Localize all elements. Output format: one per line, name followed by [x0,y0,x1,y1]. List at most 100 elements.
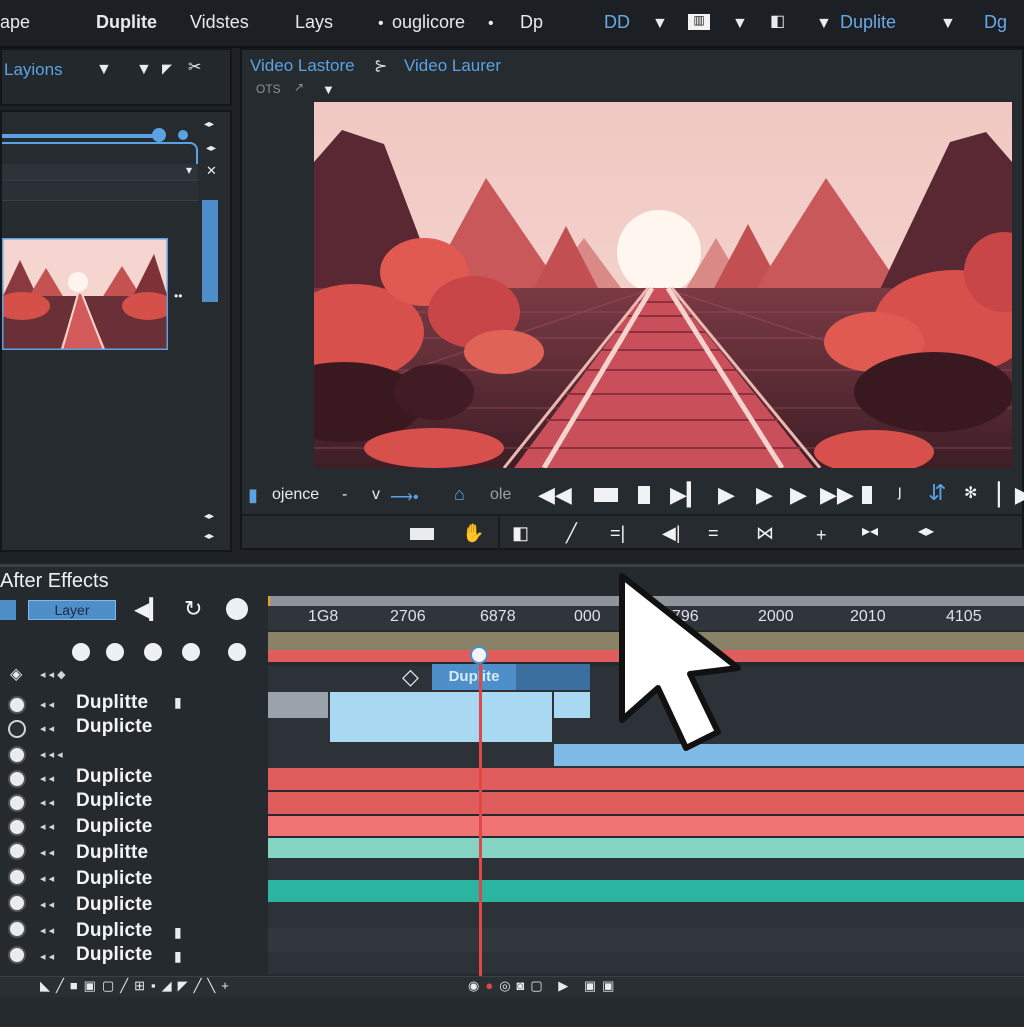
menu-item-4[interactable]: Lays [295,12,333,33]
eye-icon[interactable] [8,920,26,938]
layer-name[interactable]: Duplicte [76,766,153,788]
chevron-down-icon[interactable]: ▼ [732,16,748,32]
mini-controls[interactable]: ◂ ◂ [40,820,54,833]
layer-name[interactable]: Duplitte [76,692,148,714]
rect-tool-icon[interactable] [410,528,434,540]
mini-controls[interactable]: ◂ ◂ [40,796,54,809]
menu-item-7[interactable]: DD [604,12,630,33]
collapse-icon[interactable]: ◂▸ [204,512,214,522]
chevron-down-icon[interactable]: ▼ [940,16,956,32]
grid-icon[interactable]: ▥ [688,14,710,30]
chevron-down-icon[interactable]: ▼ [136,62,152,78]
layer-name[interactable]: Duplicte [76,944,153,966]
hand-icon[interactable]: ✋ [462,524,484,542]
scissors-icon[interactable]: ✂ [188,60,201,76]
chevron-down-icon[interactable]: ▼ [816,16,832,32]
layer-button[interactable]: Layer [28,600,116,620]
clip-red[interactable] [268,792,1024,814]
eye-icon[interactable] [8,868,26,886]
visibility-icon[interactable]: ◈ [10,664,22,684]
clip-light-blue[interactable] [330,718,552,742]
clip-red[interactable] [268,768,1024,790]
marker-icon[interactable]: ȷ [898,484,902,500]
layer-name[interactable]: Duplicte [76,920,153,942]
viewer-tab-1[interactable]: Video Lastore [250,56,355,76]
chevron-down-icon[interactable]: ▼ [652,16,668,32]
mini-controls[interactable]: ◂ ◂ ◆ [40,668,66,681]
mini-controls[interactable]: ◂ ◂ [40,772,54,785]
clip-teal[interactable] [268,880,1024,902]
clip-teal-light[interactable] [268,838,1024,858]
folder-icon[interactable]: ▮ [248,486,258,504]
rewind-icon[interactable]: ◀◀ [538,484,572,506]
lock-icon[interactable]: ▮ [174,694,182,711]
collapse-icon[interactable]: ◂▸ [918,524,934,540]
clip-light-blue[interactable] [554,692,590,718]
roll-icon[interactable]: ◀| [662,524,681,542]
pause-icon[interactable] [638,486,650,504]
play-icon[interactable]: ▶ [790,484,807,506]
mini-controls[interactable]: ◂ ◂ ◂ [40,748,63,761]
clip-light-blue[interactable] [330,692,552,718]
scrub-slider-icon[interactable]: ⟶• [390,487,419,507]
lock-icon[interactable]: ▮ [174,948,182,965]
next-icon[interactable]: ▏▶ [998,484,1024,506]
bottom-tools-mid[interactable]: ◉●◎◙▢ ▶ ▣▣ [468,978,620,994]
switch-dot[interactable] [106,643,124,661]
arrow-icon[interactable]: ◤ [162,62,172,75]
camera-icon[interactable]: ◧ [770,14,785,30]
eye-icon[interactable] [8,746,26,764]
lock-icon[interactable]: ⌂ [454,484,465,505]
layer-name[interactable]: Duplicte [76,816,153,838]
menu-item-9[interactable]: Dg [984,12,1007,33]
slip-icon[interactable]: ◧ [512,524,529,542]
eye-icon[interactable] [8,894,26,912]
bottom-tools-left[interactable]: ◣╱■▣▢╱⊞▪◢◤╱╲+ [40,978,235,994]
expand-icon[interactable]: ▸◂ [862,524,878,540]
ripple-icon[interactable]: =| [610,524,625,542]
clip-label-extension[interactable] [516,664,590,690]
sync-icon[interactable]: ⇵ [928,482,946,504]
clip-thumbnail[interactable] [2,238,168,350]
chevron-down-icon[interactable]: ▼ [96,62,112,78]
lock-icon[interactable]: ▮ [174,924,182,941]
chevron-down-icon[interactable]: ▼ [322,82,335,97]
mini-controls[interactable]: ◂ ◂ [40,924,54,937]
equals-icon[interactable]: = [708,524,719,542]
clip-label[interactable]: Duplite [432,664,516,690]
mini-controls[interactable]: ◂ ◂ [40,846,54,859]
layer-name[interactable]: Duplicte [76,790,153,812]
slider-handle[interactable] [152,128,166,142]
mini-controls[interactable]: ◂ ◂ [40,872,54,885]
layer-name[interactable]: Duplitte [76,842,148,864]
menu-item-2[interactable]: Duplite [96,12,157,33]
layer-name[interactable]: Duplicte [76,894,153,916]
playhead-line[interactable] [479,660,482,976]
play-icon[interactable]: ▶ [756,484,773,506]
refresh-icon[interactable]: ↻ [184,598,202,620]
switch-dot[interactable] [144,643,162,661]
fast-forward-icon[interactable]: ▶▶ [820,484,854,506]
mini-controls[interactable]: ◂ ◂ [40,722,54,735]
menu-item-8[interactable]: Duplite [840,12,896,33]
clip-red[interactable] [268,816,1024,836]
menu-item-1[interactable]: ape [0,12,30,33]
eye-icon[interactable] [8,794,26,812]
menu-item-5[interactable]: ouglicore [392,12,465,33]
settings-icon[interactable]: ✻ [964,486,977,502]
toolbar-button[interactable] [0,600,16,620]
mini-controls[interactable]: ◂ ◂ [40,950,54,963]
viewer-tab-2[interactable]: Video Laurer [404,56,501,76]
eye-icon[interactable] [8,842,26,860]
step-forward-icon[interactable]: ▶▎ [670,484,704,506]
collapse-icon[interactable]: ◂▸ [204,532,214,542]
menu-item-6[interactable]: Dp [520,12,543,33]
mini-controls[interactable]: ◂ ◂ [40,898,54,911]
video-preview[interactable] [314,102,1012,468]
switch-dot[interactable] [228,643,246,661]
eye-icon[interactable] [8,770,26,788]
slider-handle-2[interactable] [178,130,188,140]
add-icon[interactable]: + [816,526,827,544]
switch-dot[interactable] [72,643,90,661]
ellipsis-icon[interactable]: •• [174,290,182,302]
